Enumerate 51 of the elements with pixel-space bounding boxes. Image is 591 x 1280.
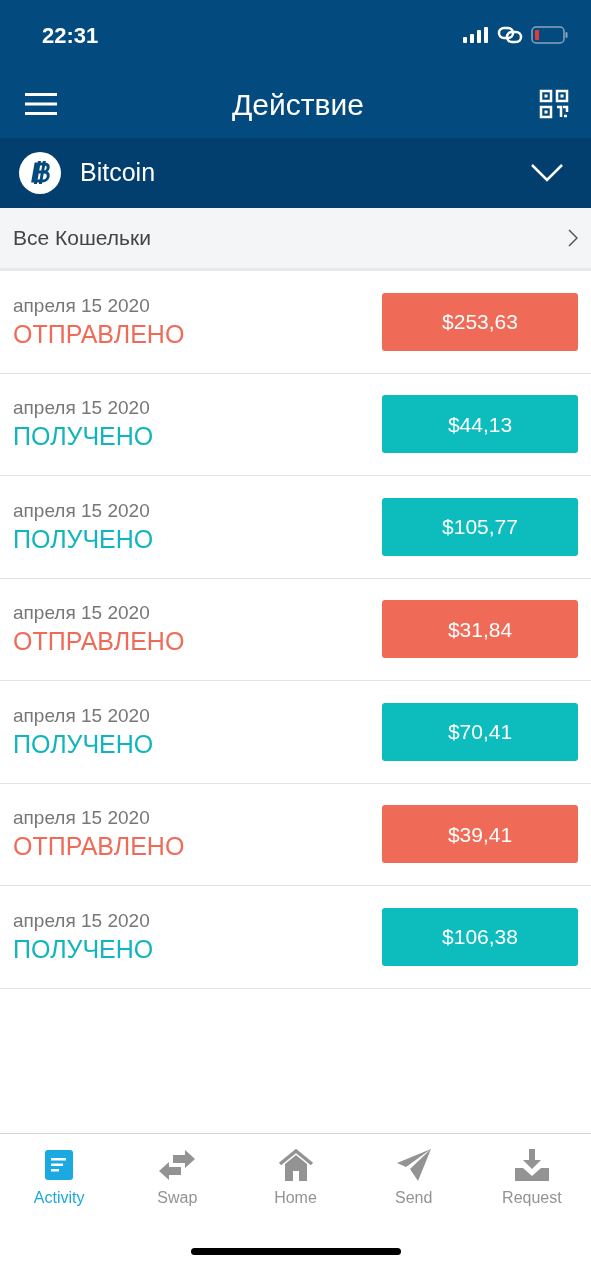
transaction-date: апреля 15 2020	[13, 396, 151, 421]
transaction-row[interactable]: апреля 15 2020 ОТПРАВЛЕНО $39,41	[0, 783, 591, 886]
tab[interactable]: Swap	[118, 1148, 237, 1210]
coin-selector[interactable]: Bitcoin	[0, 138, 591, 208]
chevron-down-icon	[531, 164, 563, 182]
transaction-row[interactable]: апреля 15 2020 ОТПРАВЛЕНО $253,63	[0, 271, 591, 374]
qr-code-icon[interactable]	[539, 89, 569, 119]
transaction-row[interactable]: апреля 15 2020 ПОЛУЧЕНО $106,38	[0, 886, 591, 989]
chevron-right-icon	[568, 229, 578, 247]
download-icon	[514, 1149, 549, 1181]
battery-icon	[531, 26, 569, 44]
transaction-status: ОТПРАВЛЕНО	[13, 318, 185, 350]
status-time: 22:31	[42, 21, 99, 50]
all-wallets-row[interactable]: Все Кошельки	[0, 208, 591, 271]
transaction-date: апреля 15 2020	[13, 498, 151, 523]
paper-plane-icon	[396, 1149, 431, 1181]
transaction-date: апреля 15 2020	[13, 703, 151, 728]
tab[interactable]: Activity	[0, 1148, 119, 1210]
transaction-row[interactable]: апреля 15 2020 ОТПРАВЛЕНО $31,84	[0, 578, 591, 681]
bitcoin-icon	[19, 152, 61, 194]
transaction-status: ПОЛУЧЕНО	[13, 421, 154, 453]
home-icon	[277, 1149, 314, 1181]
tab[interactable]: Request	[472, 1148, 591, 1210]
transaction-row[interactable]: апреля 15 2020 ПОЛУЧЕНО $44,13	[0, 373, 591, 476]
amount-button[interactable]: $106,38	[382, 907, 578, 966]
amount-button[interactable]: $44,13	[382, 395, 578, 454]
link-icon	[497, 26, 523, 44]
signal-icon	[463, 27, 489, 43]
amount-button[interactable]: $39,41	[382, 805, 578, 864]
page-title: Действие	[232, 86, 364, 123]
tab[interactable]: Send	[354, 1148, 473, 1210]
coin-name: Bitcoin	[80, 157, 157, 189]
transaction-status: ОТПРАВЛЕНО	[13, 831, 185, 863]
transaction-date: апреля 15 2020	[13, 806, 151, 831]
amount-button[interactable]: $31,84	[382, 600, 578, 659]
transaction-date: апреля 15 2020	[13, 293, 151, 318]
amount-button[interactable]: $105,77	[382, 497, 578, 556]
amount-button[interactable]: $253,63	[382, 292, 578, 351]
transaction-status: ПОЛУЧЕНО	[13, 523, 154, 555]
transaction-status: ПОЛУЧЕНО	[13, 728, 154, 760]
transaction-status: ОТПРАВЛЕНО	[13, 626, 185, 658]
menu-icon[interactable]	[25, 93, 57, 115]
amount-button[interactable]: $70,41	[382, 702, 578, 761]
transaction-status: ПОЛУЧЕНО	[13, 933, 154, 965]
transaction-row[interactable]: апреля 15 2020 ПОЛУЧЕНО $70,41	[0, 681, 591, 784]
transaction-date: апреля 15 2020	[13, 908, 151, 933]
swap-arrows-icon	[159, 1150, 196, 1180]
transaction-row[interactable]: апреля 15 2020 ПОЛУЧЕНО $105,77	[0, 476, 591, 579]
document-icon	[45, 1150, 74, 1180]
tab[interactable]: Home	[236, 1148, 355, 1210]
transaction-date: апреля 15 2020	[13, 601, 151, 626]
